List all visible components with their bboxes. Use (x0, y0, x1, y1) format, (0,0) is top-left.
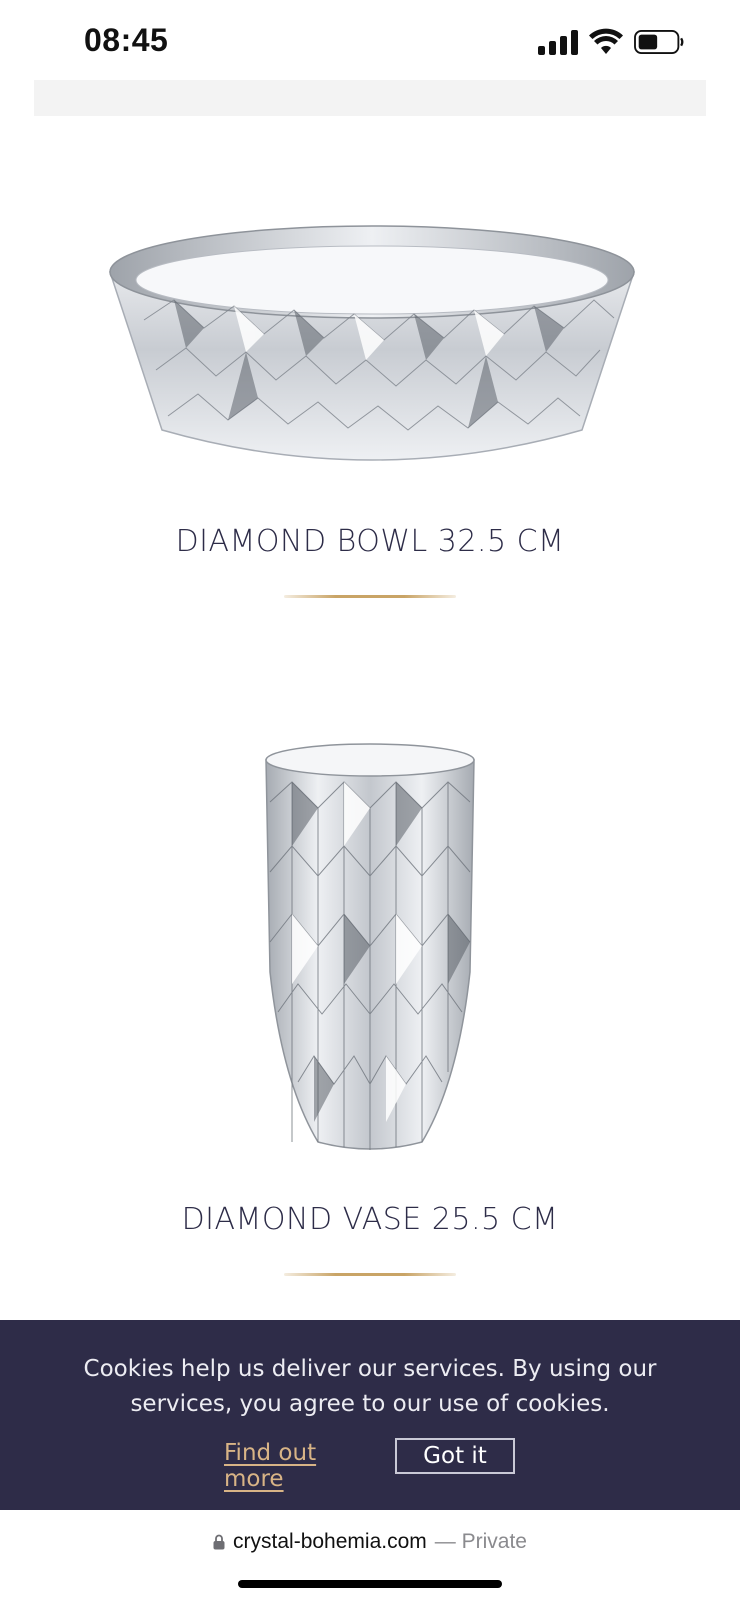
signal-icon (538, 29, 578, 55)
product-title-bowl[interactable]: DIAMOND BOWL 32.5 CM (0, 524, 740, 559)
page: 08:45 DIAMOND BOWL 32.5 CM DIAMOND VASE … (0, 0, 740, 1600)
lock-icon (213, 1534, 225, 1550)
cookie-message: Cookies help us deliver our services. By… (83, 1356, 657, 1417)
product-title-vase[interactable]: DIAMOND VASE 25.5 CM (0, 1202, 740, 1237)
gold-divider (284, 595, 456, 598)
status-icons (538, 28, 684, 56)
crystal-bowl-image[interactable] (104, 210, 640, 480)
gold-divider (284, 1273, 456, 1276)
battery-icon (634, 30, 684, 54)
find-out-more-link[interactable]: Find out more (224, 1440, 380, 1492)
home-indicator[interactable] (238, 1580, 502, 1588)
status-bar: 08:45 (0, 0, 740, 80)
header-strip (34, 80, 706, 116)
browser-address-bar[interactable]: crystal-bohemia.com — Private (0, 1510, 740, 1600)
address-domain[interactable]: crystal-bohemia.com (233, 1530, 427, 1554)
address-row[interactable]: crystal-bohemia.com — Private (0, 1530, 740, 1554)
address-privacy-label: — Private (434, 1530, 527, 1553)
got-it-button[interactable]: Got it (395, 1438, 515, 1474)
wifi-icon (589, 28, 623, 54)
crystal-vase-image[interactable] (262, 742, 478, 1152)
status-time: 08:45 (84, 22, 169, 58)
